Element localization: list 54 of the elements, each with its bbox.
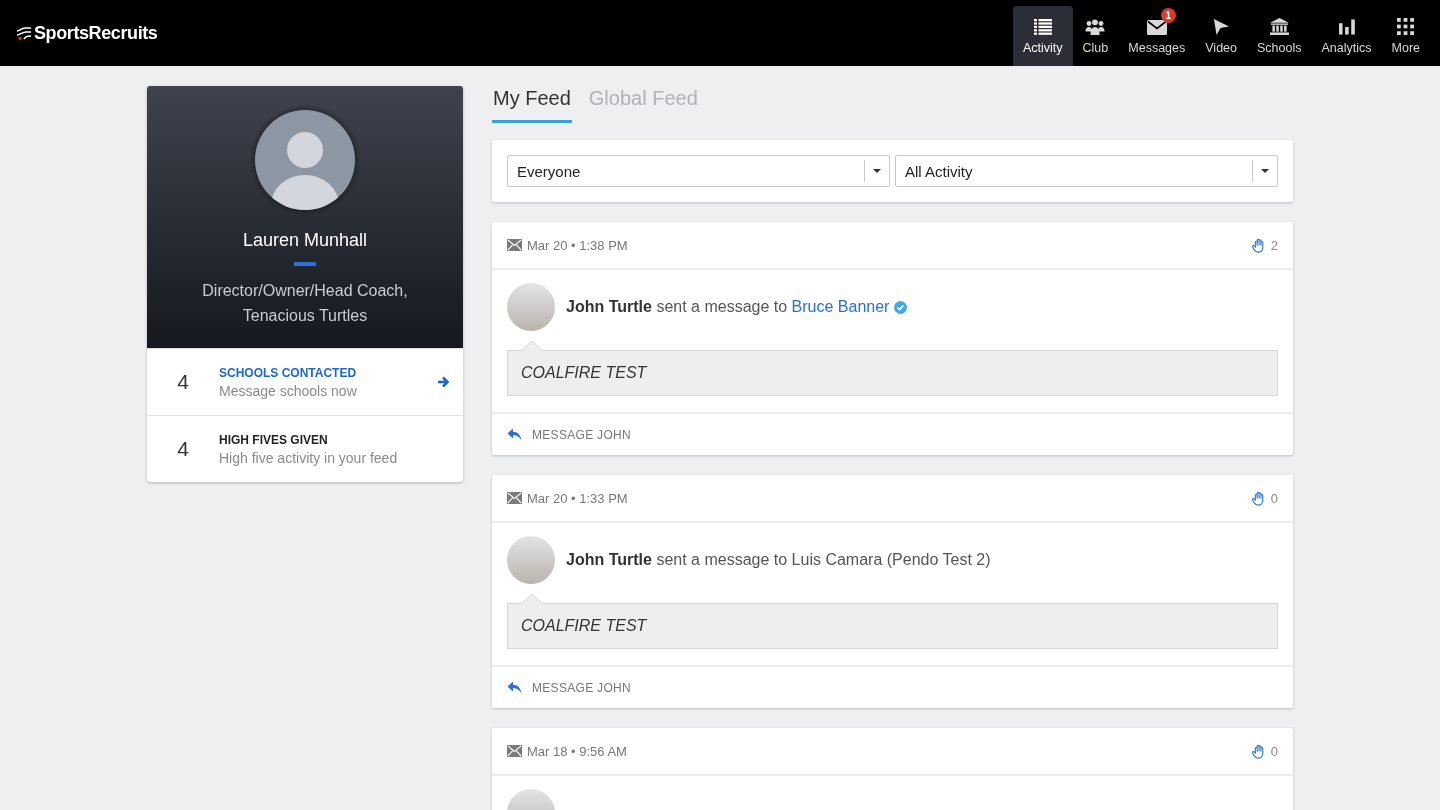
stat-label: HIGH FIVES GIVEN [219, 432, 329, 447]
activity-text: John Turtle sent a message to Luis Camara (Pendo Test 2) [566, 551, 991, 569]
high-five-hand-icon[interactable] [1251, 237, 1266, 253]
message-reply-button[interactable]: MESSAGE JOHN [507, 427, 631, 442]
stat-subtitle: High five activity in your feed [219, 449, 399, 466]
logo-stripes-icon [16, 26, 32, 40]
pointer-arrow-icon [1213, 19, 1230, 35]
feed-tab[interactable]: My Feed [492, 86, 572, 123]
high-five-hand-icon[interactable] [1251, 490, 1266, 506]
nav-tab[interactable]: Analytics [1311, 6, 1382, 66]
nav-tab[interactable]: 1 Messages [1118, 6, 1196, 66]
post-timestamp: Mar 20 • 1:38 PM [527, 237, 628, 253]
people-group-icon [1085, 19, 1106, 35]
stat-link[interactable]: SCHOOLS CONTACTED [219, 365, 437, 380]
activity-text: John Turtle sent a message to Bruce Banner [566, 298, 890, 316]
stat-count: 4 [177, 437, 189, 461]
high-five-count: 0 [1270, 743, 1278, 759]
reply-arrow-icon [507, 681, 522, 694]
filter-dropdown[interactable]: Everyone [507, 155, 890, 187]
post-timestamp: Mar 20 • 1:33 PM [527, 490, 628, 506]
reply-arrow-icon [507, 428, 522, 441]
profile-name: Lauren Munhall [242, 229, 368, 252]
nav-tab[interactable]: Video [1195, 6, 1247, 66]
high-five-hand-icon[interactable] [1251, 743, 1266, 759]
envelope-icon [1146, 20, 1167, 35]
grid-icon [1397, 18, 1415, 35]
high-five-count: 2 [1270, 237, 1278, 253]
envelope-icon [507, 745, 522, 757]
envelope-icon [507, 239, 522, 251]
recipient-link[interactable]: Bruce Banner [791, 298, 890, 315]
caret-icon [1261, 169, 1269, 173]
post-timestamp: Mar 18 • 9:56 AM [527, 743, 627, 759]
logo-wordmark[interactable]: SportsRecruits [34, 22, 158, 44]
envelope-icon [507, 492, 522, 504]
nav-tab[interactable]: Schools [1247, 6, 1312, 66]
stat-count: 4 [177, 370, 189, 394]
caret-icon [873, 169, 881, 173]
notification-badge: 1 [1160, 8, 1176, 23]
bank-building-icon [1269, 18, 1289, 35]
high-five-count: 0 [1270, 490, 1278, 506]
message-text: COALFIRE TEST [521, 364, 647, 382]
filter-dropdown[interactable]: All Activity [895, 155, 1278, 187]
bar-chart-icon [1338, 19, 1355, 35]
avatar-placeholder [507, 283, 555, 331]
nav-tab[interactable]: Activity [1012, 6, 1073, 66]
message-reply-button[interactable]: MESSAGE JOHN [507, 680, 631, 695]
nav-tab[interactable]: Club [1072, 6, 1119, 66]
list-icon [1033, 19, 1052, 35]
avatar-placeholder [507, 536, 555, 584]
arrow-right-icon[interactable] [437, 376, 450, 388]
profile-role: Director/Owner/Head Coach, Tenacious Turtles [201, 281, 409, 326]
stat-subtitle: Message schools now [219, 382, 358, 399]
nav-tab[interactable]: More [1381, 6, 1430, 66]
message-text: COALFIRE TEST [521, 617, 647, 635]
